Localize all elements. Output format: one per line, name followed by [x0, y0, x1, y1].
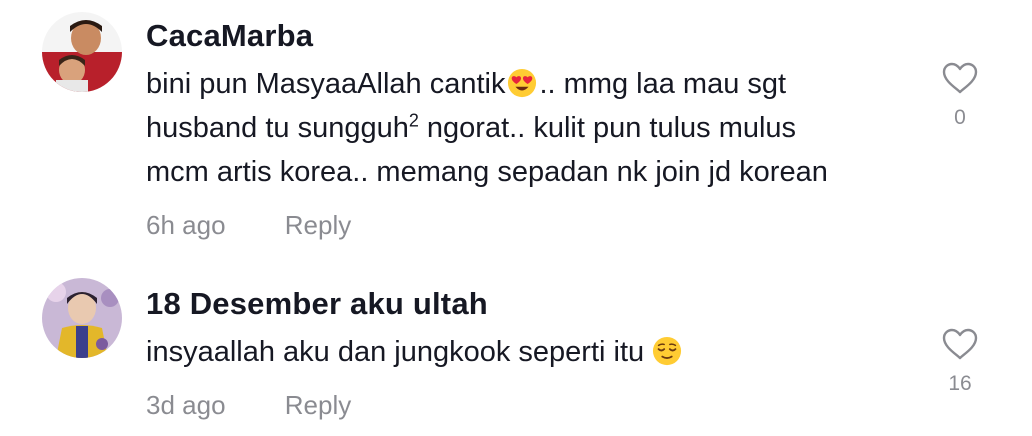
relieved-face-emoji	[653, 336, 682, 366]
comment-text: insyaallah aku dan jungkook seperti itu	[146, 330, 906, 374]
heart-icon[interactable]	[942, 62, 978, 94]
avatar-image	[42, 278, 122, 358]
reply-button[interactable]: Reply	[285, 210, 351, 241]
like-control: 16	[935, 328, 985, 396]
like-count: 0	[954, 106, 966, 129]
avatar-image	[42, 12, 122, 92]
heart-icon[interactable]	[942, 328, 978, 360]
comment-item: 18 Desember aku ultah insyaallah aku dan…	[0, 262, 1032, 436]
comment-text: bini pun MasyaaAllah cantik .. mmg laa m…	[146, 62, 906, 194]
comment-text-line: insyaallah aku dan jungkook seperti itu	[146, 330, 906, 374]
comment-timestamp: 3d ago	[146, 390, 226, 420]
like-count: 16	[948, 372, 972, 395]
comment-text-line: mcm artis korea.. memang sepadan nk join…	[146, 156, 828, 188]
avatar[interactable]	[42, 12, 122, 92]
comment-text-line: bini pun MasyaaAllah cantik .. mmg laa m…	[146, 68, 787, 100]
comment-username[interactable]: CacaMarba	[146, 18, 313, 54]
comment-username[interactable]: 18 Desember aku ultah	[146, 286, 488, 322]
comment-meta: 6h ago Reply	[146, 210, 351, 241]
heart-eyes-emoji	[508, 68, 537, 98]
like-control: 0	[935, 62, 985, 130]
reply-button[interactable]: Reply	[285, 390, 351, 421]
comment-meta: 3d ago Reply	[146, 390, 351, 421]
avatar[interactable]	[42, 278, 122, 358]
comment-timestamp: 6h ago	[146, 210, 226, 240]
comment-item: CacaMarba bini pun MasyaaAllah cantik ..…	[0, 0, 1032, 262]
comment-text-line: husband tu sungguh2 ngorat.. kulit pun t…	[146, 110, 797, 144]
